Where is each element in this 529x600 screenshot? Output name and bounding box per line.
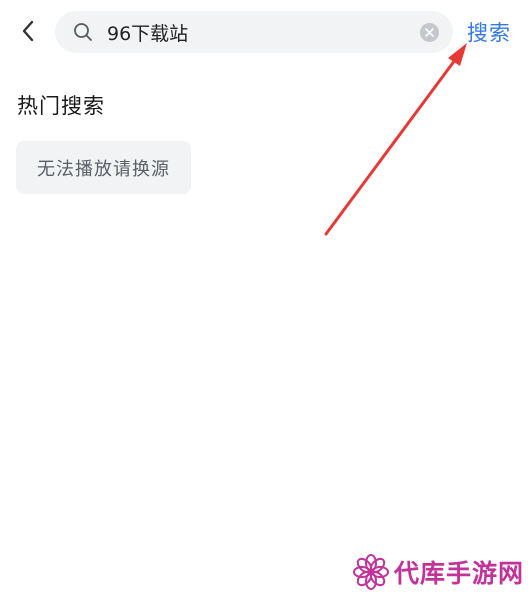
search-bar[interactable] [55, 11, 453, 53]
hot-search-title: 热门搜索 [17, 94, 105, 118]
search-page: 搜索 热门搜索 无法播放请换源 代库手游网 [0, 0, 529, 600]
clear-button[interactable] [420, 23, 439, 42]
watermark: 代库手游网 [352, 553, 524, 591]
search-input[interactable] [107, 11, 407, 53]
chevron-left-icon [22, 20, 34, 42]
search-icon [74, 23, 92, 41]
watermark-text: 代库手游网 [394, 559, 525, 588]
search-button[interactable]: 搜索 [467, 17, 511, 47]
hot-search-tag[interactable]: 无法播放请换源 [16, 141, 191, 194]
clear-icon [425, 28, 434, 37]
back-button[interactable] [14, 14, 42, 48]
flower-logo-icon [353, 554, 389, 590]
hot-search-tags: 无法播放请换源 [16, 141, 191, 194]
